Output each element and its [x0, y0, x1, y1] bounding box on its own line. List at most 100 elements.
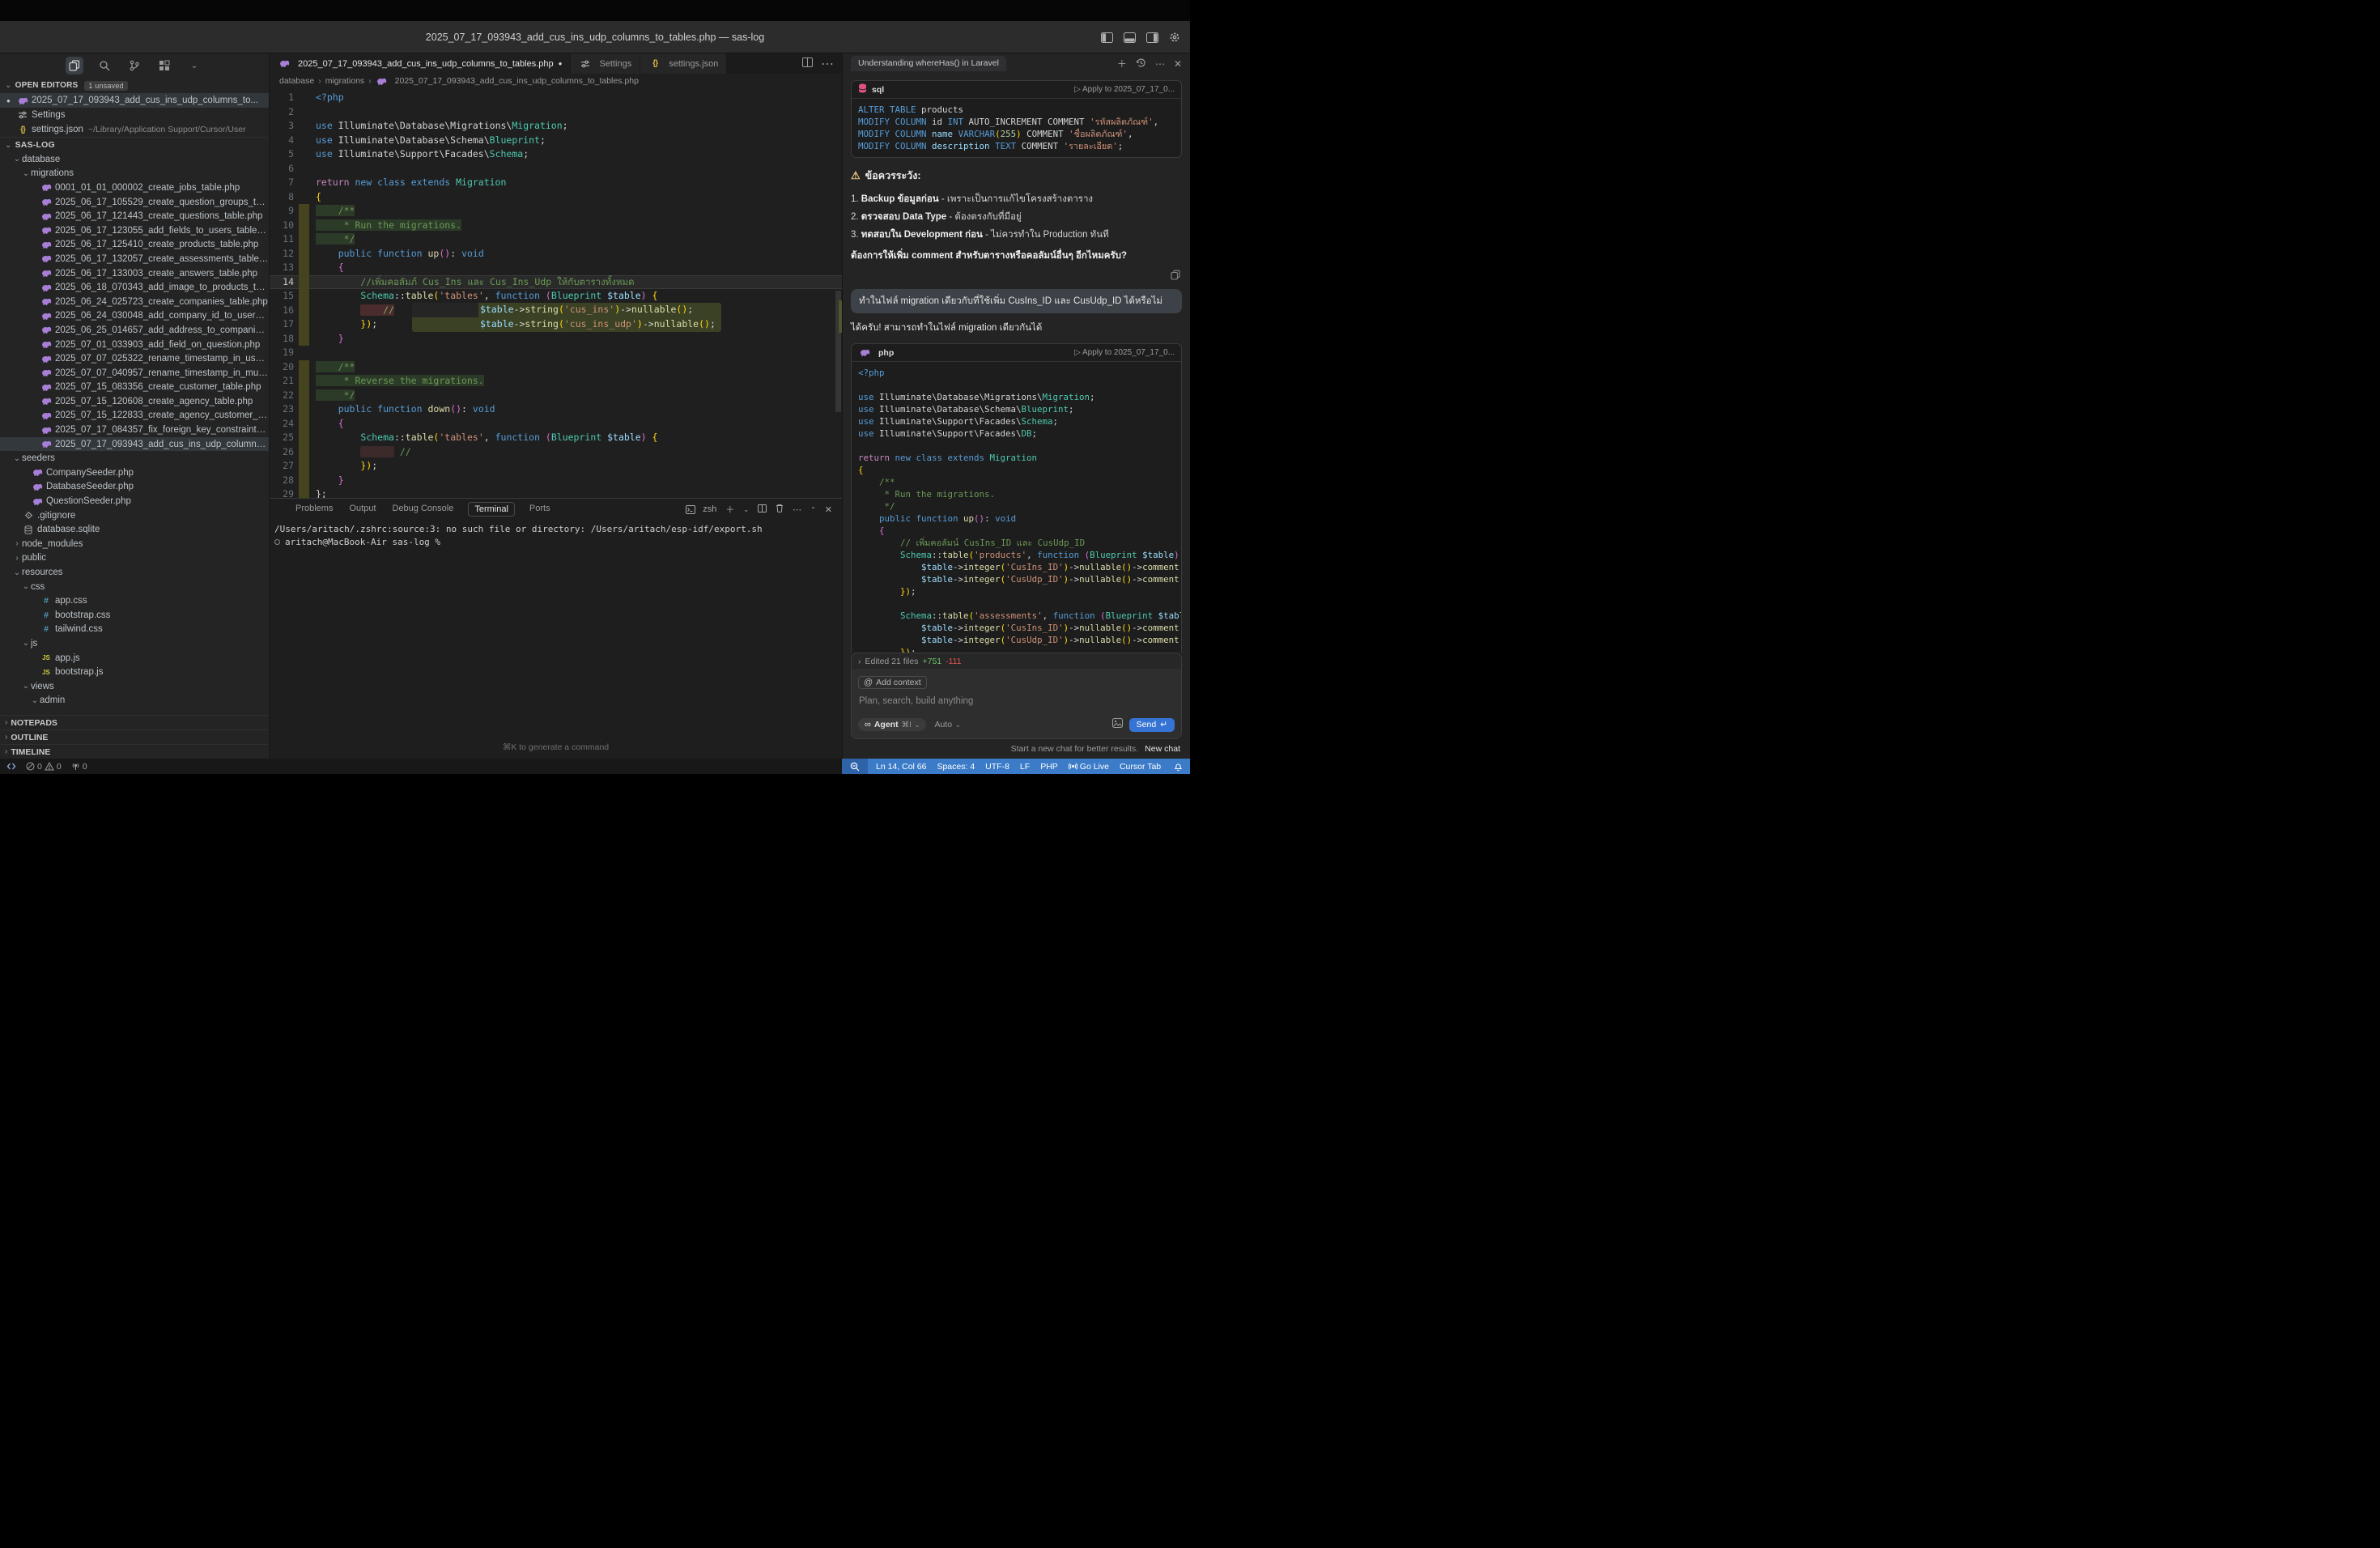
sidebar-section-notepads[interactable]: ›NOTEPADS — [0, 715, 269, 729]
open-editor-item[interactable]: ●{}settings.json~/Library/Application Su… — [0, 122, 269, 137]
code-line[interactable]: 29}; — [270, 487, 842, 498]
code-line[interactable]: 3use Illuminate\Database\Migrations\Migr… — [270, 119, 842, 134]
tree-item[interactable]: 2025_06_25_014657_add_address_to_compani… — [0, 323, 269, 338]
new-chat-button[interactable]: New chat — [1145, 744, 1180, 754]
tree-item[interactable]: 2025_06_24_030048_add_company_id_to_user… — [0, 309, 269, 324]
tab-settings-json[interactable]: {} settings.json — [640, 53, 727, 74]
chat-messages[interactable]: sql ▷ Apply to 2025_07_17_0... ALTER TAB… — [843, 74, 1190, 653]
code-line[interactable]: 20 /** — [270, 360, 842, 375]
tree-item[interactable]: ›node_modules — [0, 537, 269, 551]
close-panel-icon[interactable]: ✕ — [1174, 58, 1182, 70]
tree-item[interactable]: ⌄database — [0, 152, 269, 167]
code-line[interactable]: 27 }); — [270, 459, 842, 474]
tree-item[interactable]: #bootstrap.css — [0, 608, 269, 623]
tree-item[interactable]: JSbootstrap.js — [0, 665, 269, 679]
model-selector[interactable]: Auto ⌄ — [934, 720, 960, 729]
code-line[interactable]: 25 Schema::table('tables', function (Blu… — [270, 431, 842, 445]
tree-item[interactable]: 2025_06_17_133003_create_answers_table.p… — [0, 266, 269, 281]
tree-item[interactable]: 2025_07_15_083356_create_customer_table.… — [0, 381, 269, 395]
maximize-panel-icon[interactable]: ⌃ — [810, 506, 816, 513]
tree-item[interactable]: 2025_07_15_122833_create_agency_customer… — [0, 409, 269, 423]
search-icon[interactable] — [96, 57, 113, 74]
chat-input[interactable]: Plan, search, build anything — [859, 696, 1175, 706]
new-terminal-icon[interactable]: ＋ — [725, 503, 734, 516]
tree-item[interactable]: ⌄views — [0, 679, 269, 694]
code-line[interactable]: 8{ — [270, 190, 842, 205]
indentation[interactable]: Spaces: 4 — [937, 762, 975, 772]
code-line[interactable]: 13 { — [270, 261, 842, 275]
more-actions-icon[interactable]: ⋯ — [793, 504, 801, 515]
code-line[interactable]: 11 */ — [270, 232, 842, 247]
tree-item[interactable]: JSapp.js — [0, 651, 269, 666]
code-line[interactable]: 2 — [270, 105, 842, 120]
tree-item[interactable]: 2025_07_17_093943_add_cus_ins_udp_column… — [0, 437, 269, 452]
add-context-button[interactable]: @ Add context — [858, 676, 927, 689]
tree-item[interactable]: .gitignore — [0, 508, 269, 523]
tree-item[interactable]: #tailwind.css — [0, 623, 269, 637]
apply-button[interactable]: ▷ Apply to 2025_07_17_0... — [1074, 348, 1175, 357]
tree-item[interactable]: ⌄js — [0, 636, 269, 651]
tree-item[interactable]: 2025_06_17_132057_create_assessments_tab… — [0, 252, 269, 266]
copy-icon[interactable] — [1171, 270, 1180, 284]
tree-item[interactable]: 2025_07_17_084357_fix_foreign_key_constr… — [0, 423, 269, 437]
panel-tab-terminal[interactable]: Terminal — [468, 502, 515, 517]
tree-item[interactable]: 2025_06_24_025723_create_companies_table… — [0, 295, 269, 309]
tree-item[interactable]: ›public — [0, 551, 269, 566]
code-line[interactable]: 4use Illuminate\Database\Schema\Blueprin… — [270, 134, 842, 148]
cursor-position[interactable]: Ln 14, Col 66 — [876, 762, 926, 772]
go-live-button[interactable]: Go Live — [1069, 762, 1109, 772]
toggle-panel-left-icon[interactable] — [1101, 32, 1113, 43]
code-line[interactable]: 22 */ — [270, 389, 842, 403]
remote-indicator-icon[interactable] — [6, 762, 16, 771]
tree-item[interactable]: 2025_06_17_121443_create_questions_table… — [0, 209, 269, 223]
cursor-tab-toggle[interactable]: Cursor Tab — [1120, 762, 1161, 772]
ports-indicator[interactable]: 0 — [71, 762, 87, 772]
code-line[interactable]: 19 — [270, 346, 842, 360]
kill-terminal-icon[interactable] — [776, 504, 784, 515]
eol-sequence[interactable]: LF — [1020, 762, 1030, 772]
open-editors-icon[interactable] — [66, 57, 83, 74]
tree-item[interactable]: #app.css — [0, 593, 269, 608]
code-line[interactable]: 26 // — [270, 445, 842, 460]
agent-mode-selector[interactable]: ∞ Agent ⌘I ⌄ — [858, 718, 926, 731]
sidebar-section-timeline[interactable]: ›TIMELINE — [0, 744, 269, 759]
sidebar-section-outline[interactable]: ›OUTLINE — [0, 729, 269, 744]
terminal-output[interactable]: /Users/aritach/.zshrc:source:3: no such … — [270, 520, 842, 548]
edited-files-summary[interactable]: › Edited 21 files +751-111 — [852, 653, 1181, 669]
tree-item[interactable]: database.sqlite — [0, 522, 269, 537]
code-line[interactable]: 23 public function down(): void — [270, 402, 842, 417]
code-line[interactable]: 12 public function up(): void — [270, 247, 842, 262]
more-actions-icon[interactable]: ⋯ — [1155, 58, 1165, 70]
ai-inline-suggestion[interactable]: $table->string('cus_ins')->nullable();$t… — [412, 303, 721, 332]
tree-item[interactable]: 2025_07_15_120608_create_agency_table.ph… — [0, 394, 269, 409]
code-line[interactable]: 24 { — [270, 417, 842, 432]
tree-item[interactable]: ⌄migrations — [0, 167, 269, 181]
code-line[interactable]: 15 Schema::table('tables', function (Blu… — [270, 289, 842, 304]
open-editors-header[interactable]: ⌄ OPEN EDITORS 1 unsaved — [0, 78, 269, 93]
tab-settings[interactable]: Settings — [571, 53, 640, 74]
tree-item[interactable]: 2025_07_07_025322_rename_timestamp_in_us… — [0, 351, 269, 366]
more-actions-icon[interactable]: ⋯ — [821, 56, 834, 72]
tree-item[interactable]: ⌄admin — [0, 694, 269, 708]
code-line[interactable]: 14 //เพิ่มคอลัมภ์ Cus_Ins และ Cus_Ins_Ud… — [270, 275, 842, 290]
tree-item[interactable]: 2025_07_01_033903_add_field_on_question.… — [0, 338, 269, 352]
send-button[interactable]: Send↵ — [1129, 718, 1175, 732]
split-editor-icon[interactable] — [802, 57, 813, 71]
tree-item[interactable]: ⌄seeders — [0, 451, 269, 466]
terminal-shell-label[interactable]: zsh — [686, 504, 716, 514]
settings-gear-icon[interactable] — [1169, 32, 1180, 43]
zoom-out-icon[interactable] — [842, 759, 868, 774]
tree-item[interactable]: 2025_06_17_123055_add_fields_to_users_ta… — [0, 223, 269, 238]
code-line[interactable]: 21 * Reverse the migrations. — [270, 374, 842, 389]
tree-item[interactable]: 0001_01_01_000002_create_jobs_table.php — [0, 181, 269, 195]
language-mode[interactable]: PHP — [1040, 762, 1058, 772]
panel-tab-problems[interactable]: Problems — [294, 502, 334, 517]
notifications-bell-icon[interactable] — [1174, 762, 1190, 772]
code-line[interactable]: 7return new class extends Migration — [270, 176, 842, 190]
code-line[interactable]: 9 /** — [270, 204, 842, 219]
tree-item[interactable]: 2025_06_18_070343_add_image_to_products_… — [0, 280, 269, 295]
project-root-header[interactable]: ⌄ SAS-LOG — [0, 137, 269, 152]
chat-tab[interactable]: Understanding whereHas() in Laravel — [851, 56, 1006, 71]
breadcrumb-item[interactable]: migrations — [325, 76, 364, 86]
attach-image-icon[interactable] — [1112, 717, 1123, 732]
